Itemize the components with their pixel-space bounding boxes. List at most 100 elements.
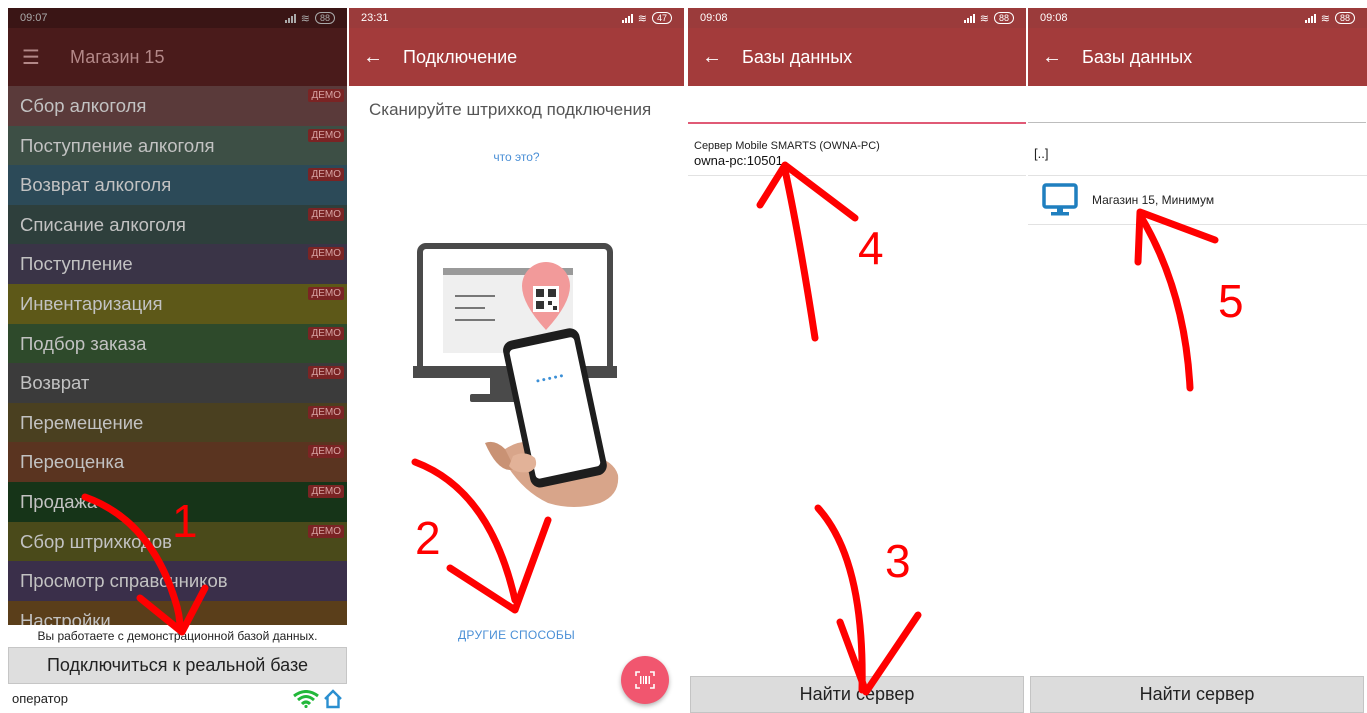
- status-icons: ≋ 47: [621, 12, 672, 25]
- demo-badge: ДЕМО: [308, 445, 344, 459]
- search-input[interactable]: [1028, 122, 1366, 123]
- demo-badge: ДЕМО: [308, 484, 344, 498]
- signal-icon: [284, 13, 296, 23]
- connect-real-db-button[interactable]: Подключиться к реальной базе: [8, 647, 347, 684]
- databases-screen-list: 09:08 ≋ 88 ← Базы данных [..] Магазин 15…: [1028, 8, 1367, 713]
- annotation-number-1: 1: [172, 495, 198, 547]
- menu-item[interactable]: Подбор заказа ДЕМО: [8, 323, 347, 364]
- back-arrow-icon[interactable]: ←: [1042, 46, 1082, 69]
- parent-folder-item[interactable]: [..]: [1028, 138, 1367, 176]
- what-is-this-link[interactable]: что это?: [349, 150, 684, 164]
- menu-item[interactable]: Возврат алкоголя ДЕМО: [8, 165, 347, 205]
- signal-icon: [963, 13, 975, 23]
- annotation-number-2: 2: [415, 512, 441, 564]
- hamburger-menu-icon[interactable]: ☰: [22, 45, 70, 70]
- demo-badge: ДЕМО: [308, 405, 344, 419]
- find-server-button[interactable]: Найти сервер: [690, 676, 1024, 713]
- battery-indicator: 88: [1334, 12, 1355, 24]
- menu-screen: 09:07 ≋ 88 ☰ Магазин 15 Сбор алкоголя ДЕМ…: [8, 8, 347, 713]
- demo-badge: ДЕМО: [308, 524, 344, 538]
- signal-icon: [1304, 13, 1316, 23]
- status-time: 09:07: [20, 12, 48, 24]
- menu-item-label: Списание алкоголя: [20, 213, 186, 235]
- app-title: Магазин 15: [70, 46, 165, 67]
- databases-screen-servers: 09:08 ≋ 88 ← Базы данных Сервер Mobile S…: [688, 8, 1026, 713]
- battery-indicator: 88: [993, 12, 1014, 24]
- menu-item[interactable]: Переоценка ДЕМО: [8, 442, 347, 482]
- scan-illustration: [413, 243, 619, 507]
- database-list-item[interactable]: Магазин 15, Минимум: [1028, 176, 1367, 225]
- screen-title: Базы данных: [742, 46, 853, 67]
- app-bar: ☰ Магазин 15: [8, 28, 347, 86]
- status-icons: ≋ 88: [1304, 12, 1355, 25]
- status-time: 23:31: [361, 12, 389, 24]
- menu-item[interactable]: Просмотр справочников: [8, 561, 347, 601]
- database-name: Магазин 15, Минимум: [1092, 193, 1215, 207]
- screen-title: Подключение: [403, 46, 518, 67]
- menu-item[interactable]: Поступление ДЕМО: [8, 244, 347, 284]
- menu-item[interactable]: Поступление алкоголя ДЕМО: [8, 125, 347, 166]
- status-bar: 09:08 ≋ 88: [1028, 8, 1367, 28]
- status-bar: 09:08 ≋ 88: [688, 8, 1026, 28]
- app-bar: ← Подключение: [349, 28, 684, 86]
- home-icon[interactable]: [323, 688, 343, 709]
- back-arrow-icon[interactable]: ←: [702, 46, 742, 69]
- app-bar: ← Базы данных: [688, 28, 1026, 86]
- menu-item-label: Перемещение: [20, 411, 144, 433]
- menu-item[interactable]: Перемещение ДЕМО: [8, 402, 347, 443]
- connection-screen: 23:31 ≋ 47 ← Подключение Сканируйте штри…: [349, 8, 684, 713]
- menu-item-label: Сбор алкоголя: [20, 95, 147, 116]
- menu-item-label: Инвентаризация: [20, 292, 163, 314]
- menu-item-label: Поступление алкоголя: [20, 134, 215, 156]
- status-icons: ≋ 88: [963, 12, 1014, 25]
- footer-bar: оператор: [8, 684, 347, 713]
- demo-badge: ДЕМО: [308, 89, 344, 102]
- menu-item[interactable]: Возврат ДЕМО: [8, 363, 347, 403]
- wifi-icon: [293, 689, 319, 708]
- scan-barcode-button[interactable]: [621, 656, 669, 704]
- status-bar: 23:31 ≋ 47: [349, 8, 684, 28]
- wifi-icon: ≋: [637, 12, 647, 25]
- screen-title: Базы данных: [1082, 46, 1193, 67]
- menu-item-label: Подбор заказа: [20, 332, 147, 354]
- back-arrow-icon[interactable]: ←: [363, 46, 403, 69]
- find-server-button[interactable]: Найти сервер: [1030, 676, 1364, 713]
- status-time: 09:08: [1040, 12, 1068, 24]
- menu-item-label: Переоценка: [20, 451, 125, 473]
- demo-badge: ДЕМО: [308, 366, 344, 380]
- current-user: оператор: [12, 691, 68, 706]
- server-list-item[interactable]: Сервер Mobile SMARTS (OWNA-PC) owna-pc:1…: [688, 136, 1026, 176]
- battery-indicator: 47: [651, 12, 672, 24]
- menu-item[interactable]: Инвентаризация ДЕМО: [8, 283, 347, 324]
- scan-instruction: Сканируйте штрихкод подключения: [369, 100, 652, 119]
- demo-badge: ДЕМО: [308, 207, 344, 221]
- menu-item[interactable]: Сбор алкоголя ДЕМО: [8, 86, 347, 126]
- other-methods-link[interactable]: ДРУГИЕ СПОСОБЫ: [349, 628, 684, 642]
- wifi-icon: ≋: [979, 12, 989, 25]
- wifi-icon: ≋: [1320, 12, 1330, 25]
- menu-item[interactable]: Списание алкоголя ДЕМО: [8, 204, 347, 245]
- demo-badge: ДЕМО: [308, 247, 344, 261]
- menu-item-label: Просмотр справочников: [20, 570, 228, 592]
- demo-badge: ДЕМО: [308, 326, 344, 340]
- wifi-icon: ≋: [300, 12, 310, 25]
- annotation-number-4: 4: [858, 222, 884, 274]
- annotation-number-5: 5: [1218, 275, 1244, 327]
- demo-badge: ДЕМО: [308, 168, 344, 182]
- menu-item-label: Сбор штрихкодов: [20, 530, 172, 552]
- menu-item-label: Продажа: [20, 490, 98, 512]
- operations-menu: Сбор алкоголя ДЕМО Поступление алкоголя ДЕМ…: [8, 86, 347, 641]
- barcode-scan-icon: [635, 671, 655, 689]
- menu-item-label: Возврат алкоголя: [20, 174, 172, 196]
- status-icons: ≋ 88: [284, 12, 335, 25]
- demo-badge: ДЕМО: [308, 128, 344, 142]
- app-bar: ← Базы данных: [1028, 28, 1367, 86]
- battery-indicator: 88: [314, 12, 335, 24]
- demo-badge: ДЕМО: [308, 286, 344, 300]
- server-name: Сервер Mobile SMARTS (OWNA-PC): [694, 140, 880, 152]
- search-input[interactable]: [688, 122, 1026, 124]
- signal-icon: [621, 13, 633, 23]
- status-bar: 09:07 ≋ 88: [8, 8, 347, 28]
- monitor-icon: [1042, 183, 1078, 216]
- status-time: 09:08: [700, 12, 728, 24]
